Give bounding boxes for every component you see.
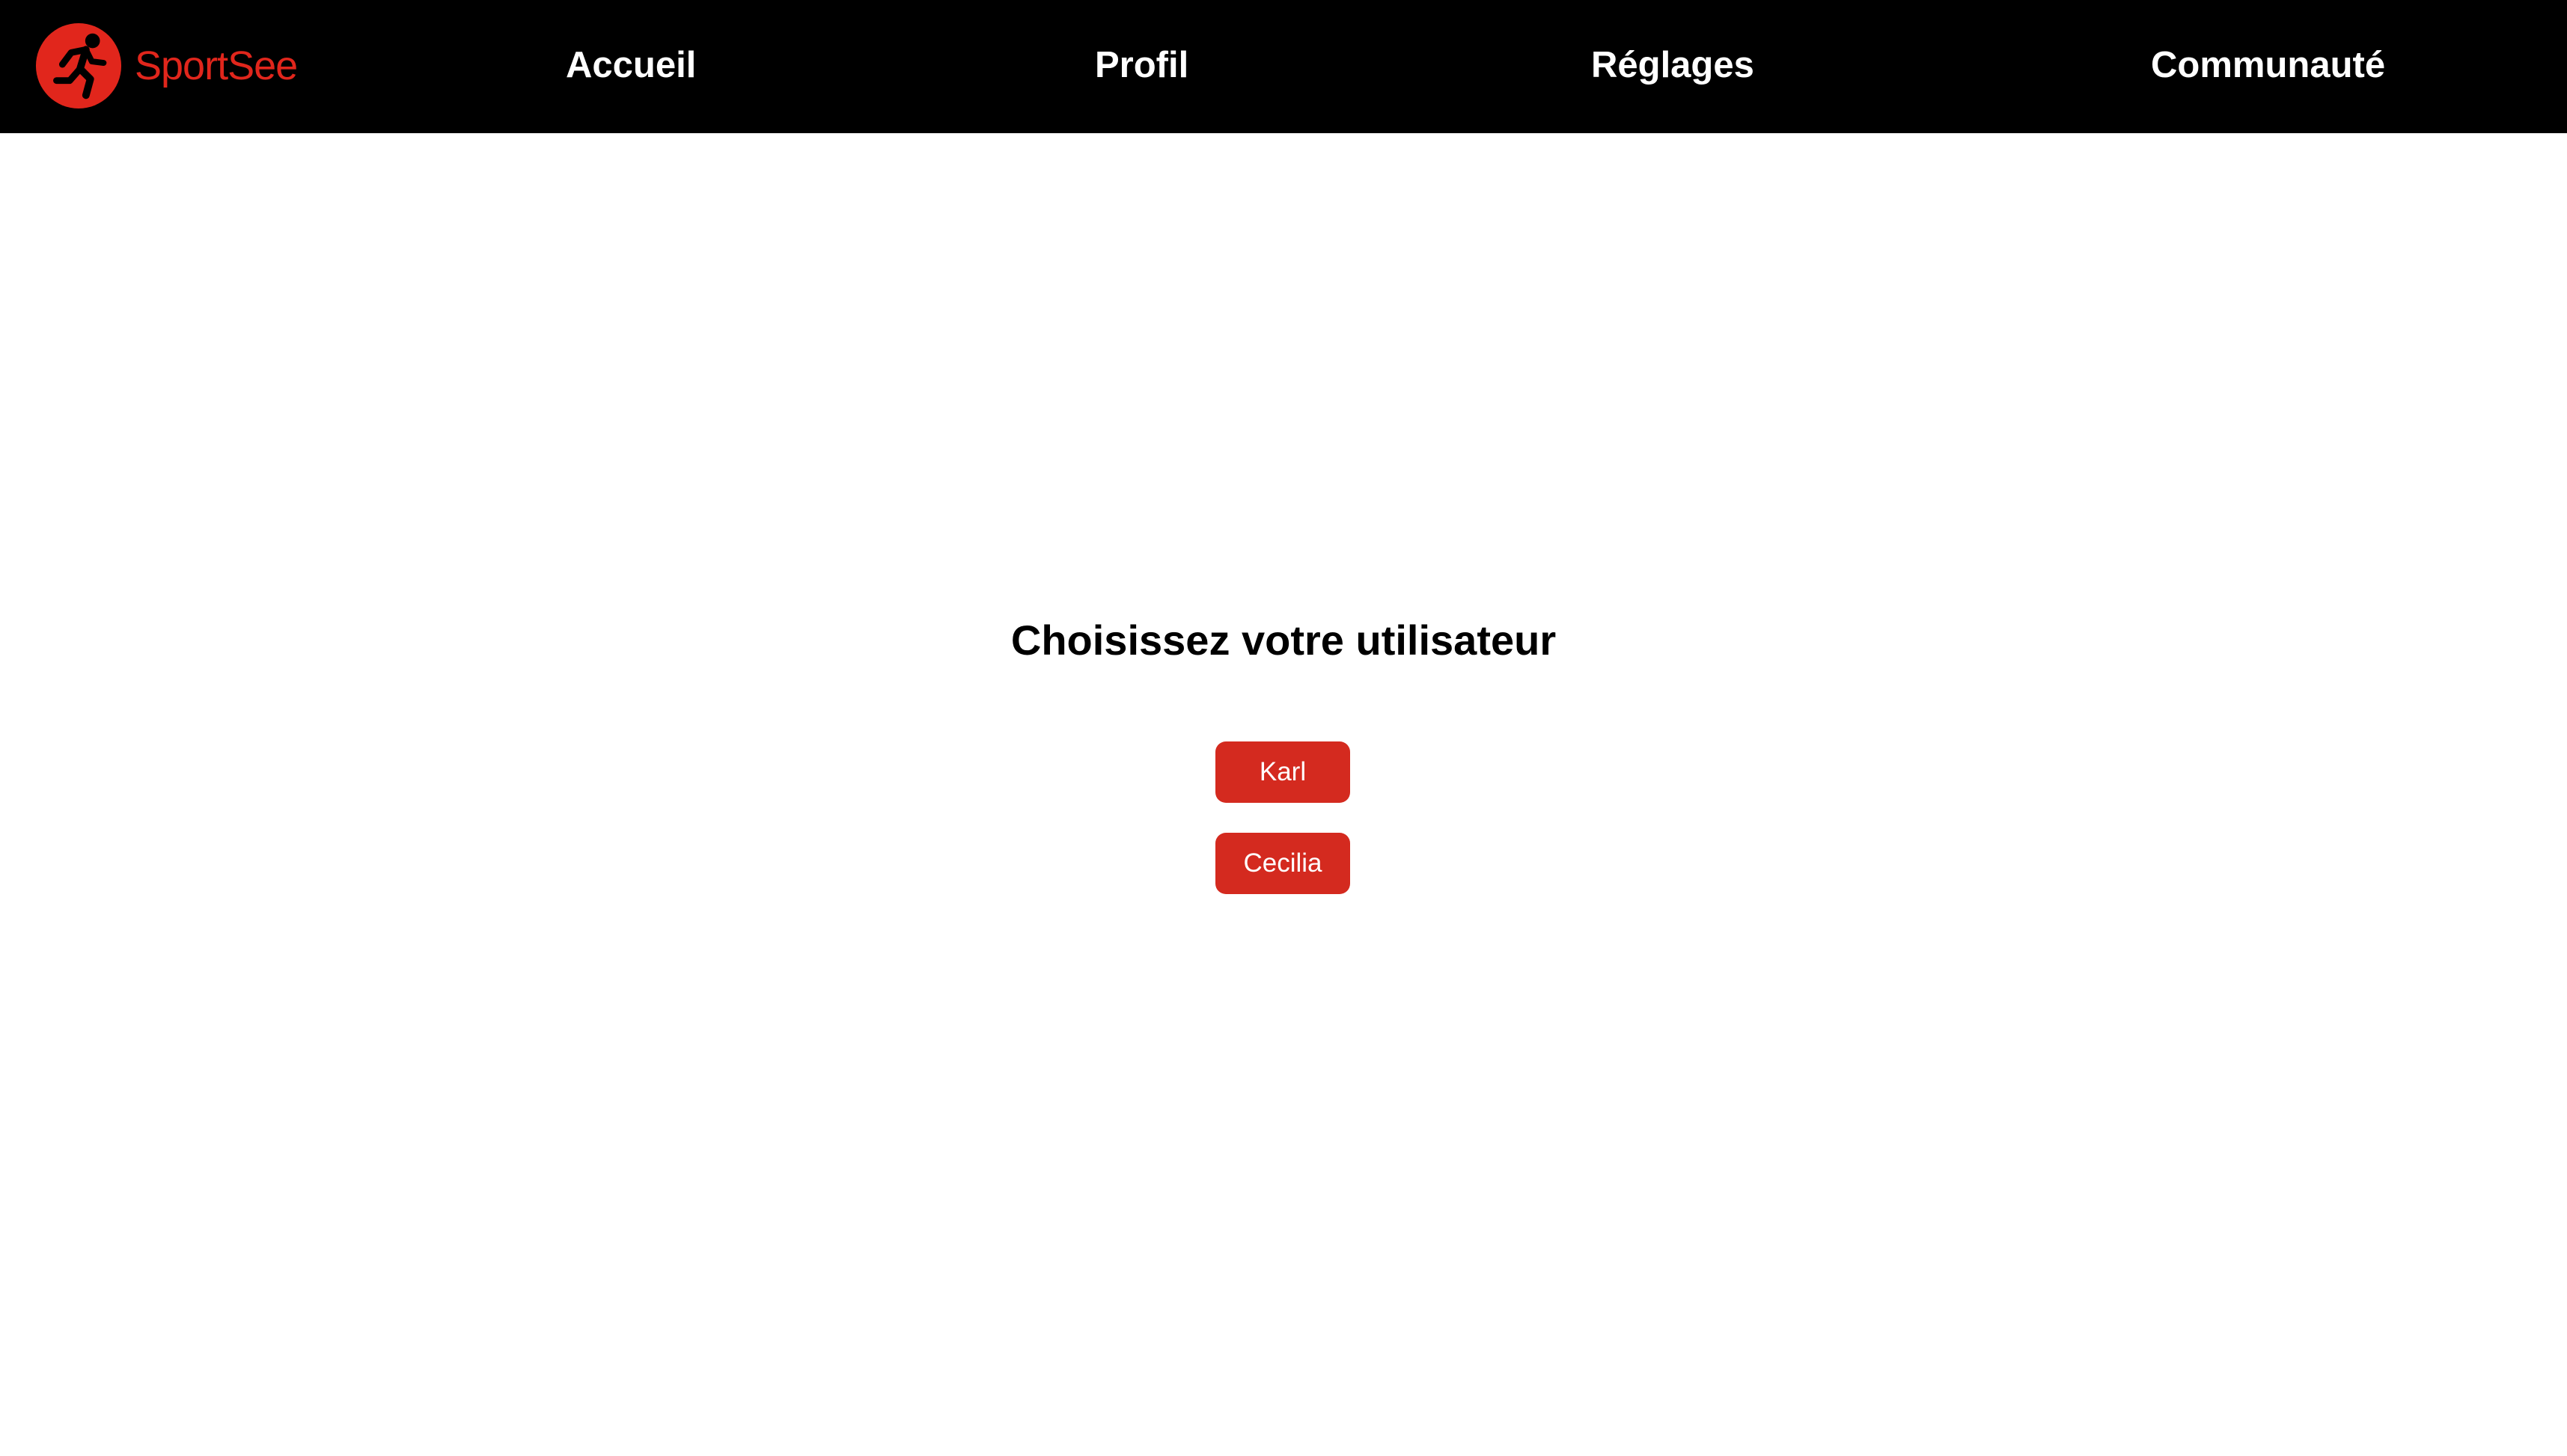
nav-item-reglages[interactable]: Réglages	[1591, 0, 1754, 133]
page-title: Choisissez votre utilisateur	[1010, 617, 1557, 664]
runner-icon	[35, 22, 122, 109]
nav-item-communaute[interactable]: Communauté	[2151, 0, 2385, 133]
user-button-cecilia[interactable]: Cecilia	[1215, 833, 1350, 894]
sportsee-logo[interactable]: SportSee	[34, 21, 298, 111]
user-button-karl[interactable]: Karl	[1215, 741, 1350, 803]
top-navigation-bar: SportSee Accueil Profil Réglages Communa…	[0, 0, 2567, 133]
nav-item-profil[interactable]: Profil	[1095, 0, 1188, 133]
brand-name: SportSee	[135, 43, 298, 88]
nav-item-accueil[interactable]: Accueil	[566, 0, 696, 133]
